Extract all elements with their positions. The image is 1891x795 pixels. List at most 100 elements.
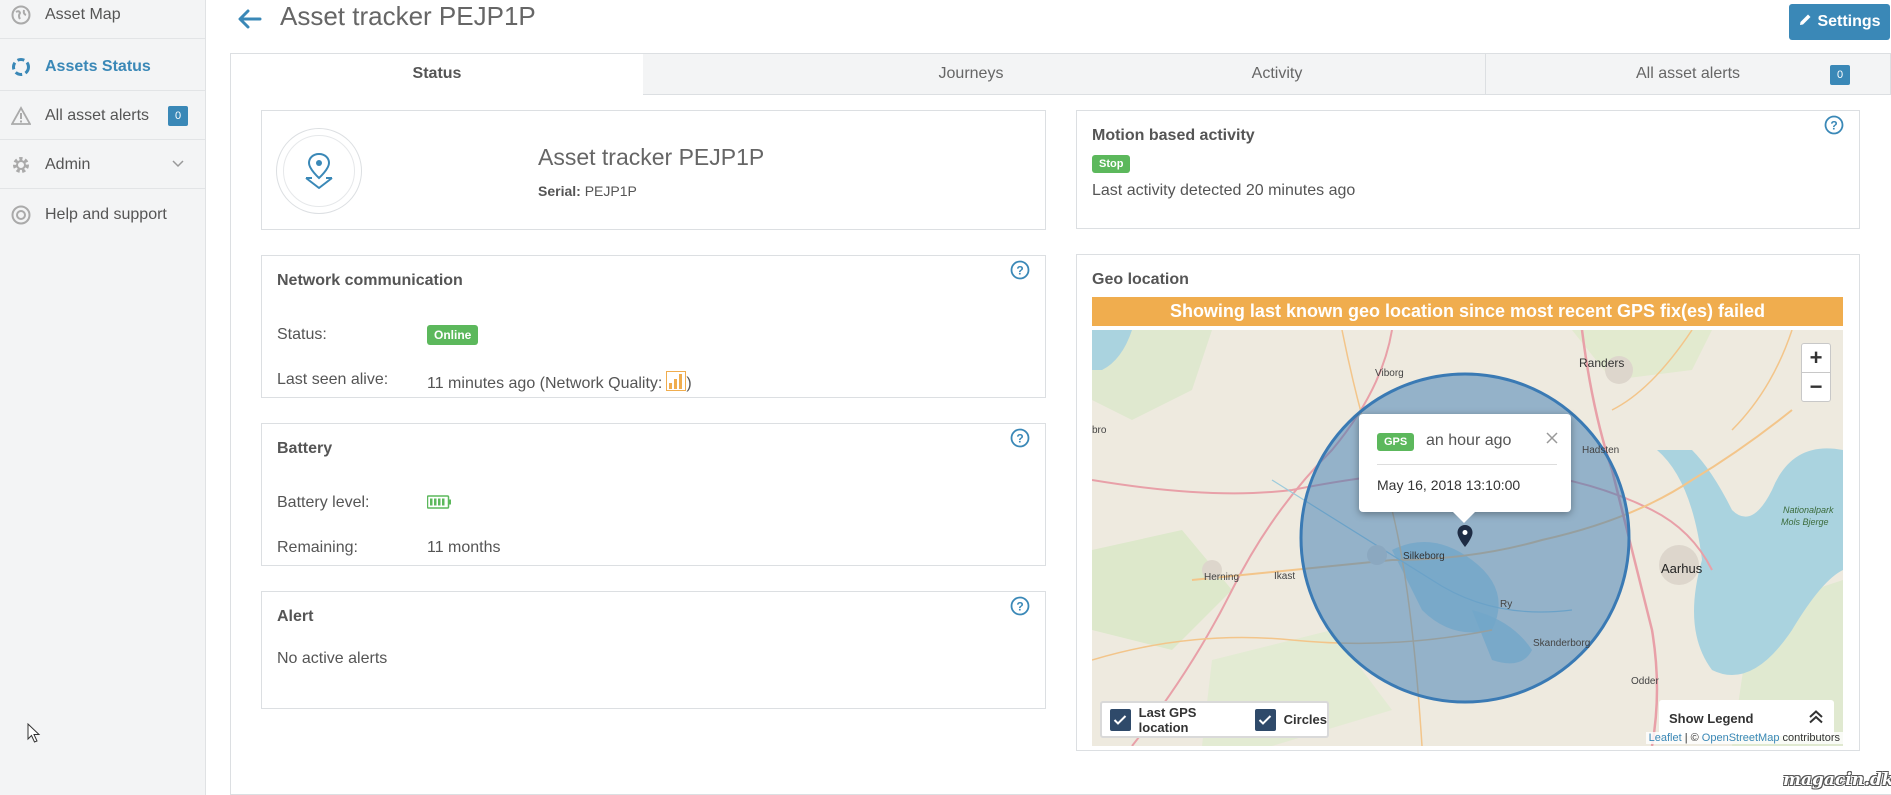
layer-toggles: Last GPS location Circles: [1100, 701, 1329, 738]
settings-button[interactable]: Settings: [1789, 4, 1890, 40]
device-avatar: [276, 128, 362, 214]
place-label: Randers: [1579, 356, 1625, 370]
remaining-value: 11 months: [427, 539, 501, 556]
last-seen-suffix: ): [686, 374, 692, 392]
serial-value: PEJP1P: [584, 183, 637, 199]
battery-level-label: Battery level:: [277, 494, 370, 511]
alerts-count-badge: 0: [1830, 65, 1850, 85]
signal-bars-icon: [666, 371, 687, 396]
help-icon[interactable]: ?: [1010, 260, 1030, 280]
watermark: magacin.dk: [1783, 770, 1891, 790]
motion-state-badge: Stop: [1092, 155, 1131, 173]
svg-text:?: ?: [1016, 264, 1023, 278]
place-label: Mols Bjerge: [1781, 517, 1829, 527]
motion-text: Last activity detected 20 minutes ago: [1092, 182, 1356, 199]
gps-marker-icon[interactable]: [1456, 524, 1474, 553]
tab-label: Journeys: [938, 65, 1004, 82]
motion-panel: Motion based activity ? Stop Last activi…: [1076, 110, 1860, 229]
status-badge: Online: [427, 325, 479, 345]
zoom-in-button[interactable]: +: [1801, 343, 1831, 373]
place-label: Odder: [1631, 676, 1659, 687]
help-icon[interactable]: ?: [1824, 115, 1844, 135]
settings-label: Settings: [1817, 13, 1881, 30]
show-legend-button[interactable]: Show Legend: [1659, 700, 1834, 736]
gps-location-toggle-label: Last GPS location: [1138, 704, 1197, 735]
place-label: Skanderborg: [1533, 638, 1591, 649]
chevron-down-icon: [172, 155, 184, 173]
place-label: Silkeborg: [1403, 551, 1445, 562]
popup-divider: [1377, 464, 1557, 465]
place-label: Ry: [1500, 599, 1513, 610]
device-panel: Asset tracker PEJP1P Serial: PEJP1P: [261, 110, 1046, 230]
gps-badge: GPS: [1377, 433, 1415, 451]
mouse-cursor-icon: [27, 722, 41, 748]
osm-link[interactable]: OpenStreetMap: [1702, 732, 1780, 744]
alerts-count-badge: 0: [168, 105, 188, 126]
tab-activity[interactable]: Activity: [1069, 53, 1486, 95]
gear-icon: [10, 154, 32, 176]
map-view[interactable]: Randers Viborg Hadsten Silkeborg Herning…: [1092, 330, 1843, 746]
alert-message: No active alerts: [277, 650, 388, 667]
pencil-icon: [1798, 13, 1812, 32]
place-label: Herning: [1204, 572, 1240, 583]
attrib-separator: | ©: [1684, 732, 1699, 744]
place-label: Ikast: [1274, 571, 1296, 582]
help-icon[interactable]: ?: [1010, 428, 1030, 448]
tab-bar: Status Journeys Activity All asset alert…: [230, 53, 1891, 95]
popup-date: May 16, 2018 13:10:00: [1377, 477, 1521, 493]
sidebar-item-assets-status[interactable]: Assets Status: [0, 43, 205, 91]
device-name: Asset tracker PEJP1P: [538, 144, 765, 170]
place-label: Viborg: [1375, 368, 1404, 379]
device-serial: Serial: PEJP1P: [538, 183, 637, 199]
alert-panel: Alert ? No active alerts: [261, 591, 1046, 709]
tab-status[interactable]: Status: [230, 53, 644, 95]
geo-warning-banner: Showing last known geo location since mo…: [1092, 297, 1843, 326]
legend-label: Show Legend: [1669, 710, 1754, 726]
battery-full-icon: [426, 495, 451, 514]
tab-label: All asset alerts: [1635, 65, 1741, 82]
network-title: Network communication: [277, 272, 463, 289]
sidebar-item-all-asset-alerts[interactable]: All asset alerts 0: [0, 92, 205, 140]
battery-title: Battery: [277, 440, 333, 457]
help-icon[interactable]: ?: [1010, 596, 1030, 616]
place-label: bro: [1092, 425, 1107, 436]
gps-popup: GPS an hour ago May 16, 2018 13:10:00: [1359, 414, 1571, 523]
motion-title: Motion based activity: [1092, 127, 1255, 144]
popup-time: an hour ago: [1426, 432, 1512, 449]
location-pin-icon: [283, 135, 355, 207]
lifebuoy-icon: [10, 204, 32, 226]
circles-checkbox[interactable]: [1255, 708, 1276, 731]
place-label: Aarhus: [1661, 561, 1703, 576]
sidebar-item-help[interactable]: Help and support: [0, 191, 205, 239]
svg-text:?: ?: [1016, 432, 1023, 446]
sidebar-item-label: Admin: [45, 155, 91, 173]
alert-title: Alert: [277, 608, 314, 625]
sidebar-item-label: Help and support: [45, 206, 167, 223]
zoom-out-button[interactable]: −: [1801, 372, 1831, 402]
tab-all-asset-alerts[interactable]: All asset alerts 0: [1486, 53, 1891, 95]
circle-dots-icon: [10, 56, 32, 78]
last-seen-value: 11 minutes ago (Network Quality: ): [427, 371, 692, 396]
back-arrow-icon[interactable]: [236, 5, 264, 33]
sidebar-item-admin[interactable]: Admin: [0, 141, 205, 189]
gps-location-checkbox[interactable]: [1110, 708, 1131, 731]
serial-label: Serial:: [538, 183, 581, 199]
network-panel: Network communication ? Status: Online L…: [261, 255, 1046, 398]
circles-toggle-label: Circles: [1283, 712, 1328, 727]
sidebar-item-asset-map[interactable]: Asset Map: [0, 0, 205, 39]
leaflet-link[interactable]: Leaflet: [1649, 732, 1682, 744]
map-attribution: Leaflet | © OpenStreetMap contributors: [1645, 732, 1843, 744]
close-icon[interactable]: [1544, 430, 1560, 451]
tab-label: Activity: [1251, 65, 1303, 82]
sidebar-item-label: Assets Status: [45, 57, 151, 75]
attrib-contributors: contributors: [1782, 732, 1840, 744]
sidebar-item-label: All asset alerts: [45, 106, 150, 124]
battery-panel: Battery ? Battery level: Remaining: 11 m…: [261, 423, 1046, 566]
svg-text:?: ?: [1830, 119, 1837, 133]
last-seen-label: Last seen alive:: [277, 371, 389, 388]
sidebar-item-label: Asset Map: [45, 5, 121, 23]
svg-text:?: ?: [1016, 600, 1023, 614]
popup-tip: [1452, 511, 1476, 523]
last-seen-text: 11 minutes ago (Network Quality:: [427, 374, 663, 392]
geo-title: Geo location: [1092, 271, 1189, 288]
